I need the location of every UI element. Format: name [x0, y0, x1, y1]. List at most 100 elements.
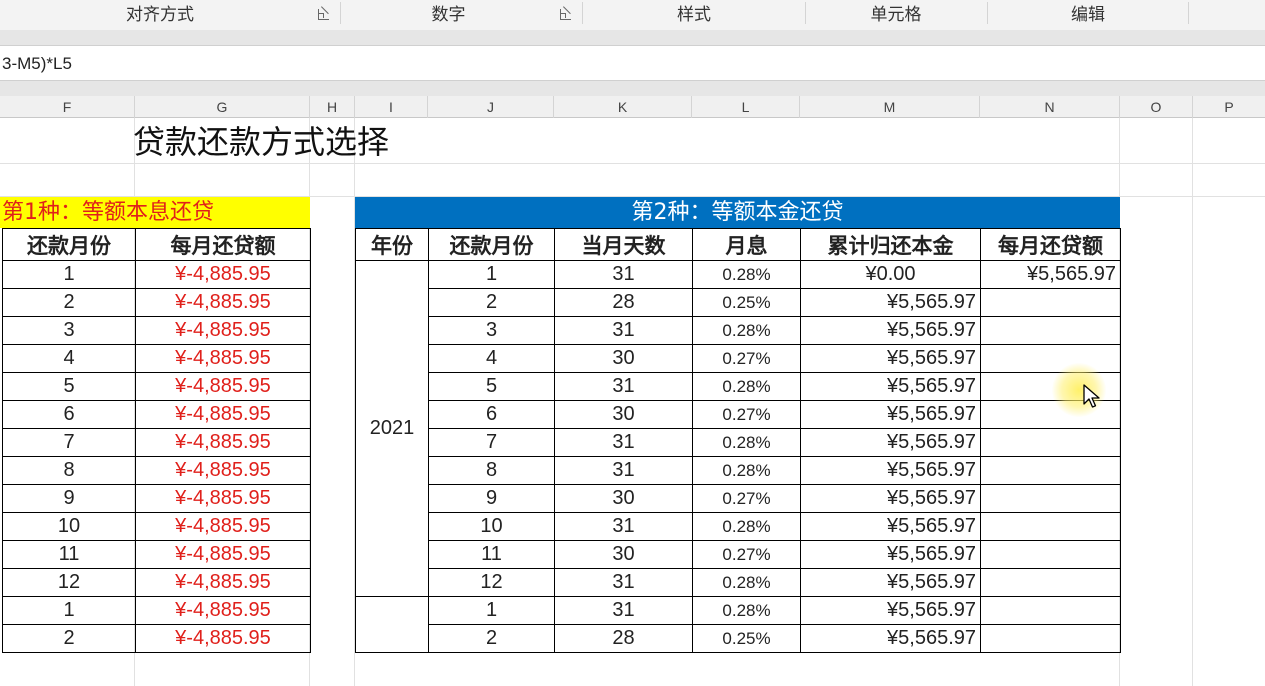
- t1-amount-cell[interactable]: ¥-4,885.95: [135, 344, 311, 373]
- t2-payment-cell[interactable]: [980, 288, 1121, 317]
- column-header-o[interactable]: O: [1120, 96, 1193, 118]
- worksheet[interactable]: 贷款还款方式选择 第1种：等额本息还贷 第2种：等额本金还贷 还款月份 每月还贷…: [0, 118, 1265, 686]
- t2-principal-cell[interactable]: ¥0.00: [800, 260, 981, 289]
- t2-days-cell[interactable]: 31: [554, 596, 693, 625]
- t1-amount-cell[interactable]: ¥-4,885.95: [135, 400, 311, 429]
- t2-month-cell[interactable]: 10: [428, 512, 555, 541]
- column-header-h[interactable]: H: [310, 96, 355, 118]
- t2-days-cell[interactable]: 28: [554, 288, 693, 317]
- t2-month-cell[interactable]: 12: [428, 568, 555, 597]
- t1-amount-cell[interactable]: ¥-4,885.95: [135, 428, 311, 457]
- t2-month-cell[interactable]: 5: [428, 372, 555, 401]
- t1-month-cell[interactable]: 7: [2, 428, 136, 457]
- t2-payment-cell[interactable]: [980, 596, 1121, 625]
- t1-month-cell[interactable]: 1: [2, 596, 136, 625]
- t2-year-cell-next[interactable]: [355, 596, 429, 653]
- t2-month-cell[interactable]: 11: [428, 540, 555, 569]
- number-dialog-launcher-icon[interactable]: [560, 9, 571, 20]
- t2-header-year[interactable]: 年份: [355, 228, 429, 261]
- t1-month-cell[interactable]: 6: [2, 400, 136, 429]
- column-header-i[interactable]: I: [355, 96, 428, 118]
- t2-rate-cell[interactable]: 0.28%: [692, 428, 801, 457]
- t2-days-cell[interactable]: 30: [554, 400, 693, 429]
- t2-days-cell[interactable]: 30: [554, 344, 693, 373]
- t2-principal-cell[interactable]: ¥5,565.97: [800, 344, 981, 373]
- t2-rate-cell[interactable]: 0.28%: [692, 260, 801, 289]
- t2-days-cell[interactable]: 31: [554, 456, 693, 485]
- t1-amount-cell[interactable]: ¥-4,885.95: [135, 568, 311, 597]
- t2-rate-cell[interactable]: 0.27%: [692, 540, 801, 569]
- t2-principal-cell[interactable]: ¥5,565.97: [800, 540, 981, 569]
- t1-amount-cell[interactable]: ¥-4,885.95: [135, 316, 311, 345]
- t2-month-cell[interactable]: 8: [428, 456, 555, 485]
- t2-rate-cell[interactable]: 0.27%: [692, 400, 801, 429]
- t2-days-cell[interactable]: 31: [554, 260, 693, 289]
- t2-days-cell[interactable]: 31: [554, 568, 693, 597]
- t2-payment-cell[interactable]: [980, 344, 1121, 373]
- t2-days-cell[interactable]: 31: [554, 428, 693, 457]
- t1-month-cell[interactable]: 4: [2, 344, 136, 373]
- t2-month-cell[interactable]: 2: [428, 624, 555, 653]
- t2-month-cell[interactable]: 1: [428, 260, 555, 289]
- column-header-k[interactable]: K: [554, 96, 692, 118]
- t2-payment-cell[interactable]: [980, 428, 1121, 457]
- t2-rate-cell[interactable]: 0.27%: [692, 344, 801, 373]
- t2-rate-cell[interactable]: 0.25%: [692, 624, 801, 653]
- t1-month-cell[interactable]: 5: [2, 372, 136, 401]
- column-header-n[interactable]: N: [980, 96, 1120, 118]
- t1-month-cell[interactable]: 8: [2, 456, 136, 485]
- t2-payment-cell[interactable]: [980, 568, 1121, 597]
- t2-rate-cell[interactable]: 0.27%: [692, 484, 801, 513]
- t1-amount-cell[interactable]: ¥-4,885.95: [135, 484, 311, 513]
- t2-principal-cell[interactable]: ¥5,565.97: [800, 456, 981, 485]
- t2-month-cell[interactable]: 6: [428, 400, 555, 429]
- t2-payment-cell[interactable]: ¥5,565.97: [980, 260, 1121, 289]
- t2-principal-cell[interactable]: ¥5,565.97: [800, 512, 981, 541]
- t1-header-month[interactable]: 还款月份: [2, 228, 136, 261]
- t2-year-cell[interactable]: 2021: [355, 260, 429, 597]
- t2-principal-cell[interactable]: ¥5,565.97: [800, 484, 981, 513]
- alignment-dialog-launcher-icon[interactable]: [318, 9, 329, 20]
- t1-amount-cell[interactable]: ¥-4,885.95: [135, 512, 311, 541]
- t2-principal-cell[interactable]: ¥5,565.97: [800, 288, 981, 317]
- t2-month-cell[interactable]: 9: [428, 484, 555, 513]
- t2-rate-cell[interactable]: 0.25%: [692, 288, 801, 317]
- column-header-j[interactable]: J: [428, 96, 554, 118]
- t1-month-cell[interactable]: 11: [2, 540, 136, 569]
- t1-amount-cell[interactable]: ¥-4,885.95: [135, 288, 311, 317]
- t2-days-cell[interactable]: 30: [554, 540, 693, 569]
- t2-days-cell[interactable]: 31: [554, 372, 693, 401]
- t1-amount-cell[interactable]: ¥-4,885.95: [135, 456, 311, 485]
- t1-month-cell[interactable]: 12: [2, 568, 136, 597]
- t2-header-month[interactable]: 还款月份: [428, 228, 555, 261]
- t2-payment-cell[interactable]: [980, 372, 1121, 401]
- t1-month-cell[interactable]: 2: [2, 624, 136, 653]
- t2-header-payment[interactable]: 每月还贷额: [980, 228, 1121, 261]
- t2-payment-cell[interactable]: [980, 512, 1121, 541]
- t1-month-cell[interactable]: 3: [2, 316, 136, 345]
- t2-rate-cell[interactable]: 0.28%: [692, 316, 801, 345]
- t2-days-cell[interactable]: 28: [554, 624, 693, 653]
- t2-days-cell[interactable]: 31: [554, 316, 693, 345]
- t2-rate-cell[interactable]: 0.28%: [692, 512, 801, 541]
- t2-header-principal[interactable]: 累计归还本金: [800, 228, 981, 261]
- t1-amount-cell[interactable]: ¥-4,885.95: [135, 624, 311, 653]
- t1-month-cell[interactable]: 9: [2, 484, 136, 513]
- t2-payment-cell[interactable]: [980, 484, 1121, 513]
- t2-month-cell[interactable]: 3: [428, 316, 555, 345]
- t2-principal-cell[interactable]: ¥5,565.97: [800, 568, 981, 597]
- column-header-l[interactable]: L: [692, 96, 800, 118]
- column-header-g[interactable]: G: [135, 96, 310, 118]
- t2-month-cell[interactable]: 1: [428, 596, 555, 625]
- t1-amount-cell[interactable]: ¥-4,885.95: [135, 260, 311, 289]
- t2-principal-cell[interactable]: ¥5,565.97: [800, 596, 981, 625]
- formula-text[interactable]: 3-M5)*L5: [2, 46, 72, 81]
- t2-payment-cell[interactable]: [980, 400, 1121, 429]
- column-header-p[interactable]: P: [1193, 96, 1265, 118]
- t2-days-cell[interactable]: 31: [554, 512, 693, 541]
- t1-amount-cell[interactable]: ¥-4,885.95: [135, 372, 311, 401]
- t2-month-cell[interactable]: 4: [428, 344, 555, 373]
- t2-payment-cell[interactable]: [980, 624, 1121, 653]
- t2-header-rate[interactable]: 月息: [692, 228, 801, 261]
- t1-month-cell[interactable]: 2: [2, 288, 136, 317]
